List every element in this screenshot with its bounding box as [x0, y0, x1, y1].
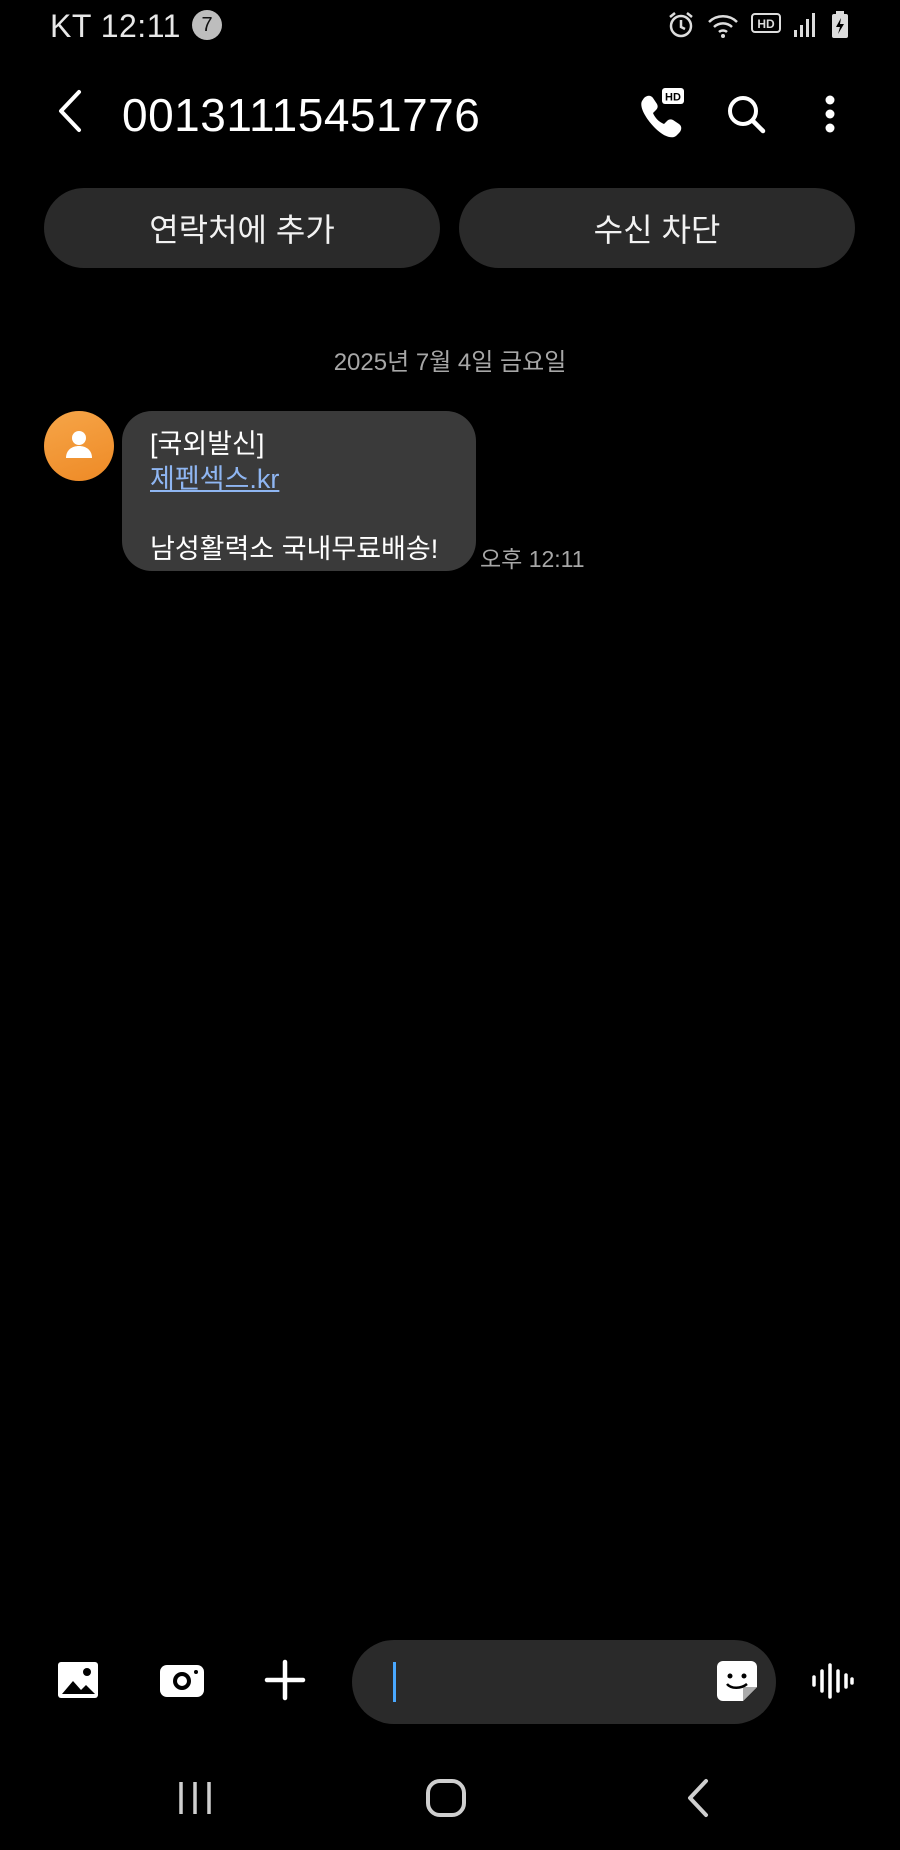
home-button[interactable] [401, 1770, 491, 1830]
recent-apps-icon [175, 1780, 215, 1821]
person-icon [64, 428, 94, 465]
back-icon [684, 1778, 712, 1823]
signal-icon [792, 10, 820, 40]
avatar[interactable] [44, 411, 114, 481]
page-title: 00131115451776 [122, 89, 481, 141]
block-number-button[interactable]: 수신 차단 [459, 188, 855, 268]
recent-apps-button[interactable] [150, 1770, 240, 1830]
svg-text:HD: HD [665, 91, 681, 103]
camera-button[interactable] [152, 1652, 212, 1712]
hd-call-icon: HD [634, 86, 686, 143]
nav-back-button[interactable] [653, 1770, 743, 1830]
status-bar: KT 12:11 7 HD [0, 0, 900, 56]
carrier-time: KT 12:11 [50, 8, 181, 44]
hd-call-button[interactable]: HD [632, 86, 688, 142]
wifi-icon [706, 10, 740, 40]
add-to-contacts-button[interactable]: 연락처에 추가 [44, 188, 440, 268]
gallery-button[interactable] [48, 1652, 108, 1712]
svg-text:HD: HD [757, 17, 775, 31]
battery-charging-icon [830, 10, 850, 40]
voice-record-button[interactable] [806, 1658, 858, 1708]
search-button[interactable] [718, 88, 774, 144]
status-icons: HD [666, 10, 850, 40]
message-body: 남성활력소 국내무료배송! [150, 534, 439, 564]
back-button[interactable] [48, 88, 92, 138]
sticker-icon [715, 1659, 759, 1708]
camera-icon [158, 1661, 206, 1704]
back-arrow-icon [55, 88, 85, 139]
search-icon [725, 93, 767, 140]
gallery-icon [56, 1660, 100, 1705]
notification-count-badge: 7 [192, 10, 222, 40]
sticker-button[interactable] [712, 1658, 762, 1708]
message-tag: [국외발신] [150, 429, 265, 459]
more-options-button[interactable] [806, 88, 854, 144]
message-timestamp: 오후 12:11 [480, 546, 585, 572]
more-options-icon [824, 94, 836, 139]
hd-voice-icon: HD [750, 10, 782, 40]
message-link[interactable]: 제펜섹스.kr [150, 457, 279, 496]
plus-icon [264, 1659, 306, 1706]
home-icon [425, 1778, 467, 1823]
alarm-icon [666, 10, 696, 40]
voice-record-icon [810, 1661, 854, 1706]
date-separator: 2025년 7월 4일 금요일 [333, 349, 567, 376]
add-attachment-button[interactable] [255, 1652, 315, 1712]
text-caret [393, 1662, 396, 1702]
